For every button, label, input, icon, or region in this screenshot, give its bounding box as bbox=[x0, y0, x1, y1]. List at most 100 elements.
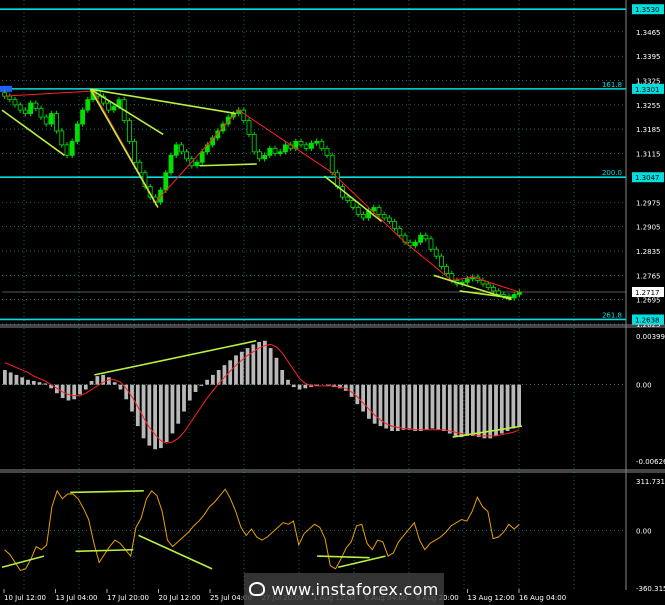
candle-body bbox=[314, 140, 320, 144]
fib-level-label: 161.8 bbox=[602, 81, 622, 89]
candle-body bbox=[168, 154, 174, 174]
candle-body bbox=[490, 287, 496, 292]
price-tick-label: 1.2975 bbox=[636, 199, 661, 207]
candle-body bbox=[69, 140, 75, 156]
candle-body bbox=[251, 134, 257, 153]
candle-body bbox=[444, 266, 450, 274]
candle-body bbox=[7, 95, 13, 101]
candle-body bbox=[106, 102, 111, 111]
candle-body bbox=[308, 142, 314, 149]
candle-body bbox=[496, 290, 502, 295]
candle-body bbox=[485, 283, 491, 288]
watermark-text: www.instaforex.com bbox=[271, 579, 439, 599]
candle-body bbox=[127, 120, 132, 142]
price-tick-label: 1.3255 bbox=[636, 102, 661, 110]
candle-body bbox=[319, 140, 325, 149]
candle-body bbox=[33, 102, 39, 109]
candle-body bbox=[324, 147, 330, 156]
time-tick-label: 17 Jul 20:00 bbox=[107, 594, 149, 602]
candle-body bbox=[22, 109, 28, 114]
candle-body bbox=[438, 255, 444, 268]
candle-body bbox=[54, 113, 59, 132]
candle-body bbox=[163, 172, 169, 191]
price-tick-label: 1.2765 bbox=[636, 272, 661, 280]
price-tick-label: 1.2695 bbox=[636, 297, 661, 305]
trading-chart: 161.8200.0261.8 1.34651.33951.33251.3255… bbox=[0, 0, 665, 605]
candle-body bbox=[381, 214, 387, 219]
price-tick-label: 1.3395 bbox=[636, 53, 661, 61]
candle-body bbox=[277, 151, 283, 154]
candle-body bbox=[298, 140, 304, 146]
candle-body bbox=[282, 144, 288, 153]
candle-body bbox=[376, 207, 382, 215]
level-price-tag-label: 1.3047 bbox=[635, 174, 660, 182]
candle-body bbox=[386, 217, 392, 222]
candle-body bbox=[350, 200, 356, 208]
fib-level-label: 261.8 bbox=[602, 311, 622, 319]
candle-body bbox=[59, 130, 65, 146]
level-price-tag-label: 1.3530 bbox=[635, 6, 660, 14]
price-tick-label: 1.3185 bbox=[636, 126, 661, 134]
time-tick-label: 13 Jul 04:00 bbox=[56, 594, 98, 602]
osc-tick-label: 0.00399 bbox=[636, 333, 665, 341]
candle-body bbox=[132, 140, 138, 163]
cci-tick-label: -360.315 bbox=[636, 585, 665, 593]
candle-body bbox=[17, 104, 23, 111]
price-tick-label: 1.3115 bbox=[636, 151, 661, 159]
level-price-tag-label: 1.3301 bbox=[635, 86, 660, 94]
candle-body bbox=[28, 102, 34, 114]
candle-body bbox=[173, 144, 179, 156]
candle-body bbox=[80, 109, 85, 125]
price-tick-label: 1.3465 bbox=[636, 29, 661, 37]
cci-tick-label: 0.00 bbox=[636, 528, 652, 536]
osc-tick-label: -0.00626 bbox=[636, 458, 665, 466]
cci-tick-label: 311.7319 bbox=[636, 478, 665, 486]
candle-body bbox=[256, 151, 262, 160]
chart-start-marker bbox=[0, 85, 12, 92]
candle-body bbox=[423, 234, 429, 240]
candle-body bbox=[272, 147, 278, 154]
candle-body bbox=[360, 214, 366, 219]
candle-body bbox=[85, 99, 91, 111]
candle-body bbox=[43, 116, 49, 125]
candle-body bbox=[178, 144, 184, 153]
candle-body bbox=[418, 234, 424, 243]
fib-level-label: 200.0 bbox=[602, 169, 622, 177]
osc-tick-label: 0.00 bbox=[636, 382, 652, 390]
candle-body bbox=[241, 109, 247, 121]
candle-body bbox=[38, 107, 44, 118]
time-tick-label: 13 Aug 12:00 bbox=[468, 594, 515, 602]
candle-body bbox=[184, 151, 190, 160]
candle-body bbox=[329, 154, 335, 174]
candle-body bbox=[303, 144, 309, 149]
candle-body bbox=[511, 294, 517, 299]
candle-body bbox=[397, 227, 403, 236]
time-tick-label: 20 Jul 12:00 bbox=[159, 594, 201, 602]
candle-body bbox=[433, 248, 439, 257]
price-tick-label: 1.2835 bbox=[636, 248, 661, 256]
candle-body bbox=[12, 99, 18, 106]
level-price-tag-label: 1.2638 bbox=[635, 316, 660, 324]
instaforex-logo-icon bbox=[249, 582, 266, 596]
time-tick-label: 16 Aug 04:00 bbox=[519, 594, 566, 602]
candle-body bbox=[267, 147, 273, 156]
candle-body bbox=[194, 161, 200, 167]
candle-body bbox=[246, 120, 252, 135]
candle-body bbox=[412, 241, 418, 247]
candle-body bbox=[355, 207, 361, 215]
candle-body bbox=[49, 113, 54, 125]
candle-body bbox=[464, 278, 470, 283]
candle-body bbox=[75, 123, 80, 142]
candle-body bbox=[64, 144, 70, 156]
candle-body bbox=[345, 196, 351, 201]
watermark: www.instaforex.com bbox=[244, 573, 444, 605]
current-price-tag-label: 1.2717 bbox=[635, 289, 660, 297]
candle-body bbox=[392, 220, 398, 229]
candle-body bbox=[111, 106, 117, 111]
candle-body bbox=[428, 238, 434, 250]
candle-body bbox=[262, 154, 268, 160]
time-tick-label: 10 Jul 12:00 bbox=[4, 594, 46, 602]
candle-body bbox=[517, 291, 522, 295]
price-tick-label: 1.2905 bbox=[636, 224, 661, 232]
candle-body bbox=[199, 151, 205, 163]
